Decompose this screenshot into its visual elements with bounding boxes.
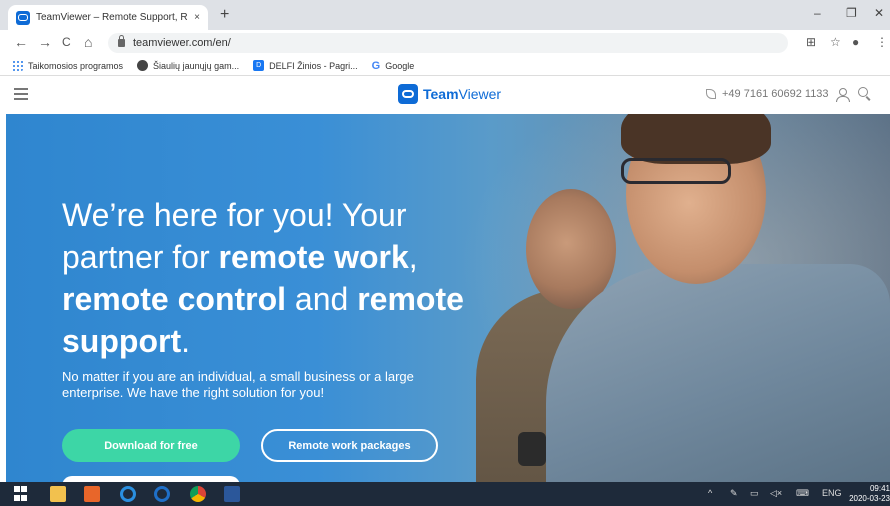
phone-link[interactable]: +49 7161 60692 1133 bbox=[706, 88, 829, 100]
network-icon[interactable]: ▭ bbox=[750, 488, 759, 499]
browser-tab-strip: TeamViewer – Remote Support, R × + – ❐ ✕ bbox=[0, 0, 890, 30]
minimize-icon[interactable]: – bbox=[814, 6, 821, 20]
apps-grid-icon bbox=[12, 60, 23, 71]
google-icon: G bbox=[371, 60, 381, 72]
outlook-icon[interactable] bbox=[84, 486, 100, 502]
profile-icon[interactable]: ● bbox=[852, 35, 859, 49]
bookmark-siauliu[interactable]: Šiaulių jaunųjų gam... bbox=[137, 60, 239, 71]
teamviewer-favicon-icon bbox=[16, 10, 30, 25]
clock-time: 09:41 bbox=[869, 484, 890, 493]
hero-subtitle: No matter if you are an individual, a sm… bbox=[62, 369, 414, 400]
search-icon[interactable] bbox=[858, 87, 868, 97]
download-for-free-button[interactable]: Download for free bbox=[62, 429, 240, 462]
hamburger-menu-icon[interactable] bbox=[14, 88, 28, 100]
forward-icon[interactable]: → bbox=[38, 34, 52, 50]
bookmark-label: Google bbox=[385, 60, 415, 71]
translate-icon[interactable]: ⊞ bbox=[806, 35, 816, 49]
hero-title: We’re here for you! Your partner for rem… bbox=[62, 197, 464, 359]
restore-icon[interactable]: ❐ bbox=[846, 6, 857, 20]
system-clock[interactable]: 09:41 2020-03-23 bbox=[848, 484, 890, 504]
browser-tab[interactable]: TeamViewer – Remote Support, R × bbox=[8, 5, 208, 30]
bookmark-label: Taikomosios programos bbox=[28, 60, 124, 71]
chrome-icon[interactable] bbox=[190, 486, 206, 502]
bookmark-delfi[interactable]: D DELFI Žinios - Pagri... bbox=[253, 60, 358, 71]
delfi-icon: D bbox=[253, 60, 265, 71]
bookmark-apps[interactable]: Taikomosios programos bbox=[12, 60, 123, 71]
bookmarks-bar: Taikomosios programos Šiaulių jaunųjų ga… bbox=[0, 56, 890, 76]
volume-icon[interactable]: ◁× bbox=[770, 488, 782, 499]
keyboard-icon[interactable]: ⌨ bbox=[796, 488, 809, 499]
reload-icon[interactable]: C bbox=[62, 35, 71, 49]
url-text: teamviewer.com/en/ bbox=[133, 37, 231, 49]
bookmark-star-icon[interactable]: ☆ bbox=[830, 35, 841, 49]
screen: TeamViewer – Remote Support, R × + – ❐ ✕… bbox=[0, 0, 890, 506]
windows-taskbar: ^ ✎ ▭ ◁× ⌨ ENG 09:41 2020-03-23 bbox=[0, 482, 890, 506]
phone-icon bbox=[706, 89, 716, 99]
teamviewer-logo-icon bbox=[398, 84, 418, 104]
hero-photo-hair bbox=[621, 114, 771, 164]
browser-menu-icon[interactable]: ⋮ bbox=[876, 35, 888, 49]
hero-section: We’re here for you! Your partner for rem… bbox=[6, 114, 890, 482]
site-header: TeamViewer +49 7161 60692 1133 bbox=[0, 76, 890, 114]
back-icon[interactable]: ← bbox=[14, 34, 28, 50]
browser-toolbar: ← → C ⌂ teamviewer.com/en/ ⊞ ☆ ● ⋮ bbox=[0, 30, 890, 56]
hero-photo-glasses bbox=[621, 158, 731, 184]
edge-icon[interactable] bbox=[120, 486, 136, 502]
language-indicator[interactable]: ENG bbox=[822, 488, 842, 498]
file-explorer-icon[interactable] bbox=[50, 486, 66, 502]
lock-icon bbox=[118, 35, 125, 47]
user-account-icon[interactable] bbox=[836, 88, 850, 102]
close-window-icon[interactable]: ✕ bbox=[874, 6, 884, 20]
remote-work-packages-button[interactable]: Remote work packages bbox=[261, 429, 438, 462]
new-tab-button[interactable]: + bbox=[220, 6, 229, 24]
address-bar[interactable]: teamviewer.com/en/ bbox=[108, 33, 788, 53]
word-icon[interactable] bbox=[224, 486, 240, 502]
tab-title: TeamViewer – Remote Support, R bbox=[36, 12, 188, 23]
teamviewer-logo[interactable]: TeamViewer bbox=[398, 84, 501, 104]
globe-icon bbox=[137, 60, 149, 71]
internet-explorer-icon[interactable] bbox=[154, 486, 170, 502]
phone-number: +49 7161 60692 1133 bbox=[722, 88, 829, 100]
hero-photo-man-right-body bbox=[546, 264, 890, 482]
pen-icon[interactable]: ✎ bbox=[730, 488, 738, 499]
windows-start-icon[interactable] bbox=[14, 486, 30, 502]
hero-photo-watch bbox=[518, 432, 546, 466]
clock-date: 2020-03-23 bbox=[849, 494, 890, 503]
bookmark-google[interactable]: G Google bbox=[371, 60, 415, 72]
bookmark-label: Šiaulių jaunųjų gam... bbox=[153, 60, 240, 71]
bookmark-label: DELFI Žinios - Pagri... bbox=[269, 60, 358, 71]
home-icon[interactable]: ⌂ bbox=[84, 34, 92, 50]
logo-text: TeamViewer bbox=[423, 86, 502, 102]
tray-chevron-icon[interactable]: ^ bbox=[708, 488, 712, 498]
tab-close-icon[interactable]: × bbox=[194, 12, 200, 23]
